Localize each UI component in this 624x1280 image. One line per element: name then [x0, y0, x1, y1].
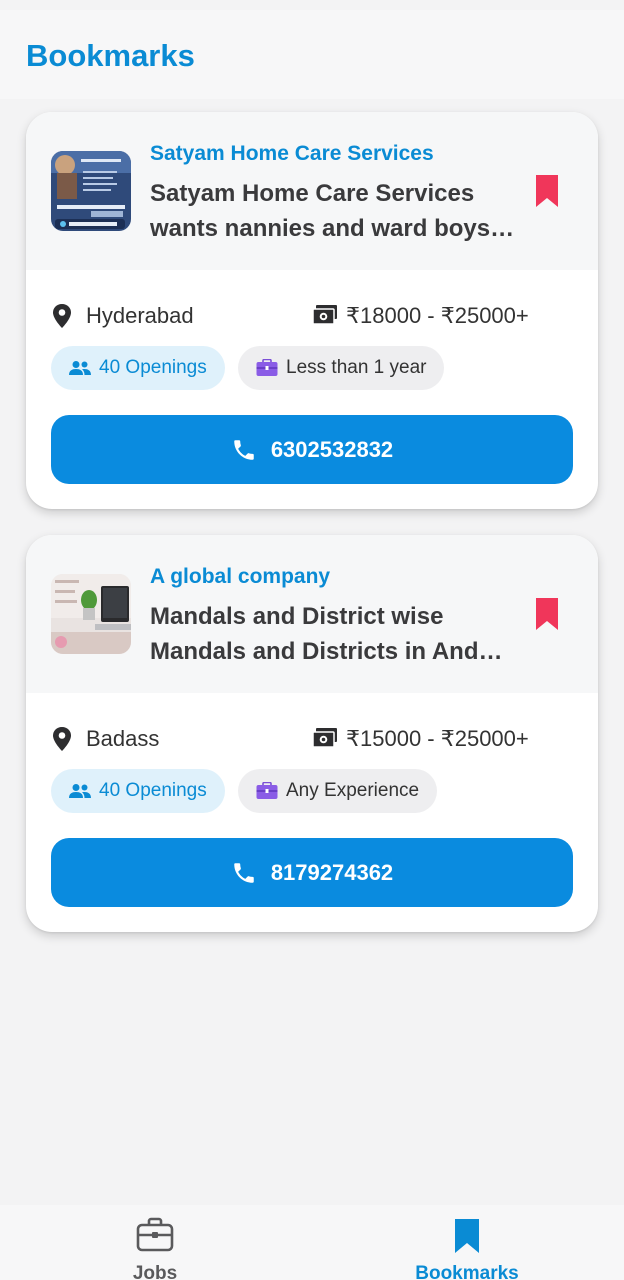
nav-item-bookmarks[interactable]: Bookmarks	[367, 1205, 567, 1280]
job-location: Badass	[86, 726, 160, 751]
people-icon	[69, 784, 91, 798]
job-card[interactable]: Satyam Home Care Services Satyam Home Ca…	[26, 112, 598, 509]
job-salary: ₹18000 - ₹25000+	[346, 303, 529, 328]
nav-item-jobs[interactable]: Jobs	[55, 1205, 255, 1280]
call-button-label: 8179274362	[270, 859, 394, 885]
bookmark-icon[interactable]	[534, 173, 560, 209]
briefcase-icon	[136, 1217, 174, 1252]
experience-badge: Any Experience	[238, 769, 438, 813]
phone-icon	[234, 862, 254, 883]
experience-label: Any Experience	[286, 780, 420, 801]
job-card[interactable]: A global company Mandals and District wi…	[26, 535, 598, 932]
bottom-navigation: Jobs Bookmarks	[0, 1205, 624, 1280]
openings-label: 40 Openings	[99, 357, 207, 378]
call-button-label: 6302532832	[270, 436, 394, 462]
openings-label: 40 Openings	[99, 780, 207, 801]
location-pin-icon	[53, 304, 71, 328]
job-card-header: Satyam Home Care Services Satyam Home Ca…	[26, 112, 598, 270]
job-info-row: Hyderabad ₹18000 - ₹25000+	[26, 300, 598, 334]
job-location: Hyderabad	[86, 303, 194, 328]
job-info-row: Badass ₹15000 - ₹25000+	[26, 723, 598, 757]
company-logo	[51, 151, 131, 231]
experience-badge: Less than 1 year	[238, 346, 445, 390]
nav-label-jobs: Jobs	[132, 1263, 178, 1280]
location-pin-icon	[53, 727, 71, 751]
briefcase-icon	[256, 782, 278, 799]
company-logo	[51, 574, 131, 654]
bookmark-icon	[455, 1219, 479, 1253]
nav-label-bookmarks: Bookmarks	[415, 1263, 519, 1280]
company-name[interactable]: Satyam Home Care Services	[150, 142, 434, 166]
call-button[interactable]: 8179274362	[51, 838, 573, 907]
status-bar	[0, 0, 624, 10]
job-salary: ₹15000 - ₹25000+	[346, 726, 529, 751]
job-title[interactable]: Mandals and District wise Mandals and Di…	[150, 599, 520, 669]
briefcase-icon	[256, 359, 278, 376]
job-title[interactable]: Satyam Home Care Services wants nannies …	[150, 176, 520, 246]
bookmark-icon[interactable]	[534, 596, 560, 632]
app-header: Bookmarks	[0, 10, 624, 99]
experience-label: Less than 1 year	[286, 357, 427, 378]
money-icon	[312, 305, 337, 325]
phone-icon	[234, 439, 254, 460]
call-button[interactable]: 6302532832	[51, 415, 573, 484]
openings-badge: 40 Openings	[51, 346, 225, 390]
people-icon	[69, 361, 91, 375]
openings-badge: 40 Openings	[51, 769, 225, 813]
job-card-header: A global company Mandals and District wi…	[26, 535, 598, 693]
page-title: Bookmarks	[26, 38, 195, 73]
company-name[interactable]: A global company	[150, 565, 330, 589]
money-icon	[312, 728, 337, 748]
